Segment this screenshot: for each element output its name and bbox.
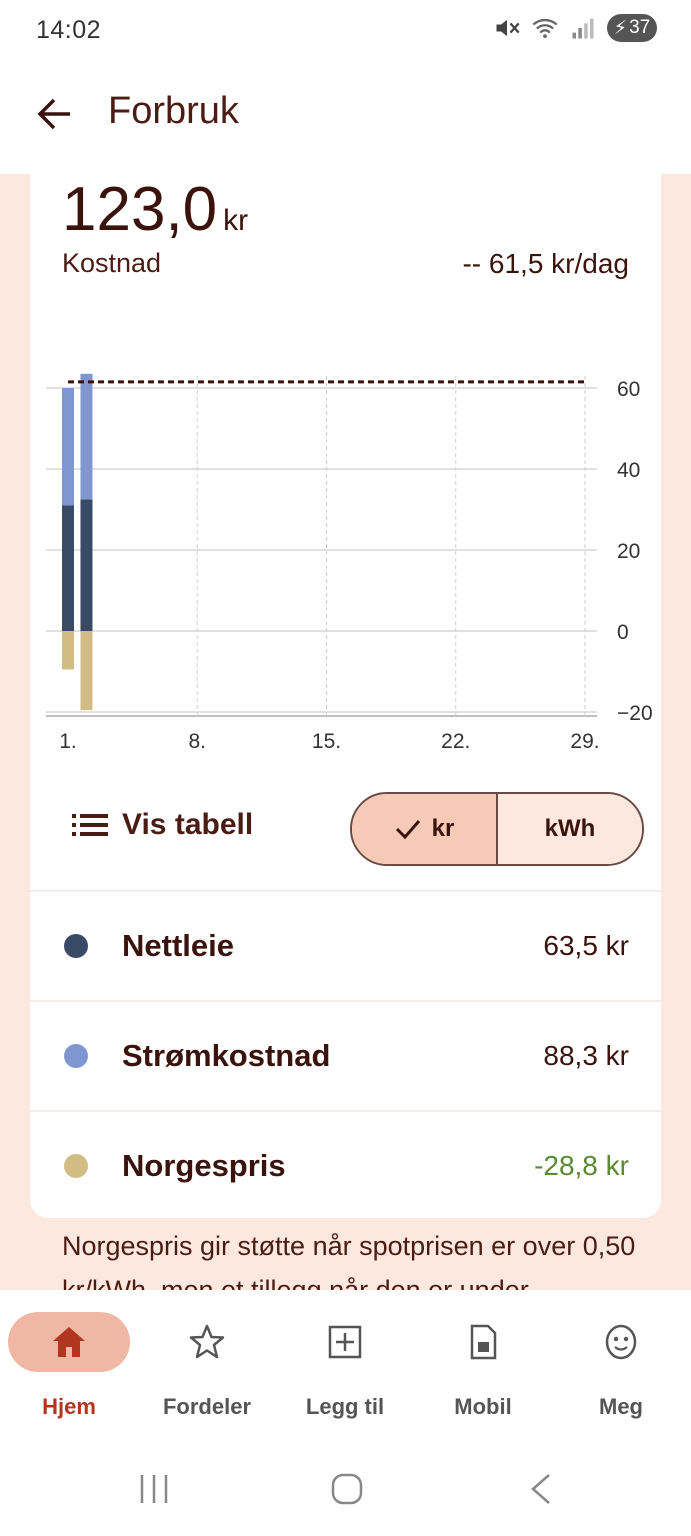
nav-add[interactable]: Legg til — [276, 1312, 414, 1442]
nav-mobile-pill — [422, 1312, 544, 1372]
home-icon — [53, 1327, 85, 1357]
breakdown-label: Nettleie — [122, 928, 234, 963]
bar-segment[interactable] — [62, 631, 74, 670]
nav-me-pill — [560, 1312, 682, 1372]
content-area: 123,0 kr Kostnad -- 61,5 kr/dag 60 40 20 0 −2… — [0, 174, 691, 1290]
app-bar: Forbruk — [0, 62, 691, 174]
unit-kr-button[interactable]: kr — [352, 794, 496, 864]
cost-label: Kostnad — [62, 248, 162, 278]
nav-mobile[interactable]: Mobil — [414, 1312, 552, 1442]
list-icon — [72, 814, 108, 836]
nav-label: Fordeler — [162, 1394, 252, 1419]
battery-indicator: ⚡ 37 — [607, 14, 657, 42]
wifi-icon — [532, 18, 558, 39]
nav-home-pill — [8, 1312, 130, 1372]
bar-segment[interactable] — [62, 505, 74, 631]
check-icon — [395, 820, 420, 840]
unit-kwh-button[interactable]: kWh — [496, 794, 642, 864]
bar-segment[interactable] — [80, 499, 93, 631]
nav-add-pill — [284, 1312, 406, 1372]
breakdown-label: Norgespris — [122, 1148, 286, 1183]
info-text: Norgespris gir støtte når spotprisen er … — [62, 1231, 636, 1290]
status-icons: ⚡ 37 — [493, 14, 657, 42]
x-tick-label: 1. — [59, 730, 77, 753]
cost-chart: 60 40 20 0 −20 1. 8. 15. 22. 29. — [46, 373, 653, 753]
page-title: Forbruk — [108, 90, 239, 132]
breakdown-label: Strømkostnad — [122, 1038, 331, 1073]
home-button-icon[interactable] — [330, 1472, 364, 1506]
y-tick-label: 60 — [617, 378, 640, 401]
face-icon — [605, 1324, 637, 1360]
legend-dot — [64, 934, 88, 958]
bar-segment[interactable] — [80, 373, 93, 500]
battery-level: 37 — [629, 17, 651, 38]
breakdown-value: -28,8 kr — [534, 1150, 629, 1181]
nav-me[interactable]: Meg — [552, 1312, 690, 1442]
bottom-nav: Hjem Fordeler Legg til Mobil Meg — [0, 1290, 691, 1446]
x-tick-label: 8. — [188, 730, 206, 753]
breakdown-row-stromkostnad[interactable]: Strømkostnad 88,3 kr — [30, 1002, 661, 1110]
back-arrow-icon[interactable] — [32, 92, 76, 136]
nav-benefits-pill — [146, 1312, 268, 1372]
y-tick-label: 0 — [617, 621, 629, 644]
show-table-label: Vis tabell — [122, 808, 254, 841]
nav-benefits[interactable]: Fordeler — [138, 1312, 276, 1442]
sim-card-icon — [470, 1324, 497, 1360]
show-table-button[interactable]: Vis tabell — [72, 808, 253, 842]
bar-segment[interactable] — [80, 631, 93, 710]
unit-toggle: kr kWh — [350, 792, 644, 866]
nav-label: Mobil — [454, 1394, 512, 1419]
x-tick-label: 22. — [441, 730, 470, 753]
legend-dot — [64, 1044, 88, 1068]
system-nav-bar — [0, 1446, 691, 1536]
total-cost-unit: kr — [223, 204, 249, 237]
signal-icon — [572, 18, 594, 39]
x-tick-label: 15. — [312, 730, 341, 753]
unit-kwh-label: kWh — [544, 815, 596, 842]
mute-icon — [496, 19, 520, 37]
star-icon — [189, 1324, 225, 1359]
breakdown-row-norgespris[interactable]: Norgespris -28,8 kr — [30, 1112, 661, 1220]
breakdown-row-nettleie[interactable]: Nettleie 63,5 kr — [30, 892, 661, 1000]
cost-per-day: -- 61,5 kr/dag — [462, 248, 629, 279]
bar-segment[interactable] — [62, 388, 74, 506]
nav-home[interactable]: Hjem — [0, 1312, 138, 1442]
unit-kr-label: kr — [431, 815, 455, 842]
status-time: 14:02 — [36, 16, 102, 44]
nav-label: Hjem — [42, 1394, 96, 1419]
y-tick-label: 40 — [617, 459, 640, 482]
nav-label: Meg — [599, 1394, 643, 1419]
legend-dot — [64, 1154, 88, 1178]
usage-card: 123,0 kr Kostnad -- 61,5 kr/dag 60 40 20 0 −2… — [30, 174, 661, 1218]
recent-apps-icon[interactable] — [138, 1472, 170, 1506]
back-button-icon[interactable] — [528, 1472, 554, 1506]
breakdown-value: 88,3 kr — [543, 1040, 629, 1071]
status-bar: 14:02 ⚡ 37 — [0, 0, 691, 62]
nav-label: Legg til — [305, 1394, 385, 1419]
y-tick-label: 20 — [617, 540, 640, 563]
breakdown-value: 63,5 kr — [543, 930, 629, 961]
total-cost-value: 123,0 — [62, 175, 218, 244]
y-tick-label: −20 — [617, 702, 653, 725]
plus-box-icon — [328, 1325, 362, 1359]
x-tick-label: 29. — [570, 730, 599, 753]
total-cost: 123,0 kr — [62, 174, 248, 245]
charging-icon: ⚡ — [613, 17, 628, 39]
